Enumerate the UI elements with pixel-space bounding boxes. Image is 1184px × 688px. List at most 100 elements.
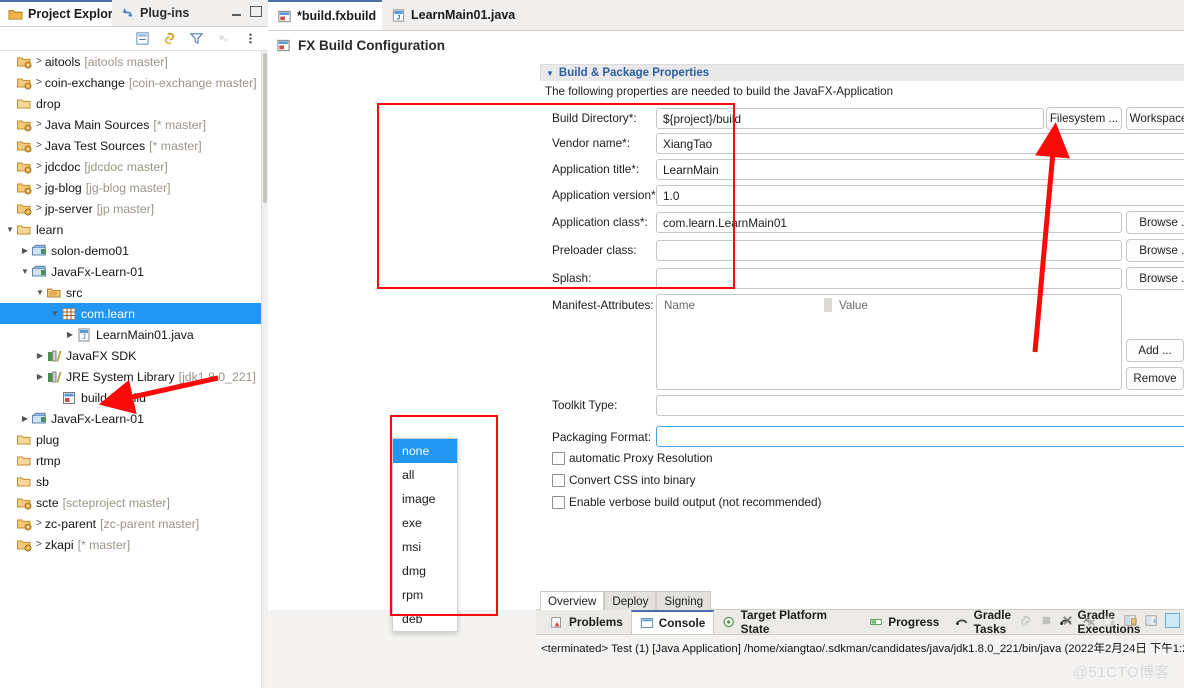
checkbox-box[interactable] — [552, 495, 565, 509]
dropdown-option-none[interactable]: none — [393, 439, 457, 463]
section-header[interactable]: ▼ Build & Package Properties — [540, 64, 1184, 81]
chevron-right-icon[interactable]: ▶ — [19, 414, 31, 423]
application-version-input[interactable]: 1.0 — [656, 185, 1184, 206]
project-explorer-icon — [8, 9, 23, 20]
tree-item-rtmp[interactable]: rtmp — [0, 450, 262, 471]
chevron-right-icon[interactable]: ▶ — [34, 372, 46, 381]
tree-item-solon-demo01[interactable]: ▶ solon-demo01 — [0, 240, 262, 261]
tab-learnmain01-java[interactable]: J LearnMain01.java — [382, 0, 525, 30]
form-tab-overview[interactable]: Overview — [540, 591, 605, 610]
form-page-tabs[interactable]: Overview Deploy Signing — [540, 591, 712, 610]
project-tree[interactable]: > aitools [aitools master] > coin-exchange [c… — [0, 51, 262, 688]
dropdown-option-all[interactable]: all — [393, 463, 457, 487]
tree-item-scte[interactable]: scte [scteproject master] — [0, 492, 262, 513]
checkbox-box[interactable] — [552, 451, 565, 465]
checkbox-convert-css-into-binary[interactable]: Convert CSS into binary — [552, 473, 696, 487]
bottom-tab-problems[interactable]: Problems — [542, 610, 631, 634]
application-title-input[interactable]: LearnMain — [656, 159, 1184, 180]
build-directory-input[interactable]: ${project}/build — [656, 108, 1044, 129]
clear-console-icon[interactable] — [1102, 613, 1117, 628]
add-button[interactable]: Add ... — [1126, 339, 1184, 362]
maximize-icon[interactable] — [250, 6, 262, 17]
page-title: FX Build Configuration — [298, 37, 445, 53]
tree-item-java-main-sources[interactable]: > Java Main Sources [* master] — [0, 114, 262, 135]
collapse-all-icon[interactable] — [135, 31, 150, 46]
svg-text:J: J — [397, 14, 401, 21]
workspace-button[interactable]: Workspace ... — [1126, 107, 1184, 130]
chevron-down-icon[interactable]: ▼ — [546, 69, 554, 78]
focus-icon[interactable] — [216, 31, 231, 46]
chevron-down-icon[interactable]: ▼ — [49, 309, 61, 318]
link-icon[interactable] — [1018, 613, 1033, 628]
tree-item-com-learn[interactable]: ▼ com.learn — [0, 303, 262, 324]
dropdown-option-deb[interactable]: deb — [393, 607, 457, 631]
display-selected-console-icon[interactable] — [1165, 613, 1180, 628]
tree-item-learnmain01-java[interactable]: ▶ J LearnMain01.java — [0, 324, 262, 345]
form-tab-signing[interactable]: Signing — [656, 591, 712, 610]
filesystem-button[interactable]: Filesystem ... — [1046, 107, 1122, 130]
tree-item-zkapi[interactable]: > zkapi [* master] — [0, 534, 262, 555]
bottom-tab-progress[interactable]: Progress — [861, 610, 947, 634]
splash-input[interactable] — [656, 268, 1122, 289]
tree-item-javafx-learn-01[interactable]: ▶ JavaFx-Learn-01 — [0, 408, 262, 429]
tree-item-learn[interactable]: ▼ learn — [0, 219, 262, 240]
application-class-input[interactable]: com.learn.LearnMain01 — [656, 212, 1122, 233]
chevron-right-icon[interactable]: ▶ — [64, 330, 76, 339]
filter-icon[interactable] — [189, 31, 204, 46]
chevron-down-icon[interactable]: ▼ — [34, 288, 46, 297]
tree-item-java-test-sources[interactable]: > Java Test Sources [* master] — [0, 135, 262, 156]
chevron-right-icon[interactable]: ▶ — [34, 351, 46, 360]
tree-item-drop[interactable]: drop — [0, 93, 262, 114]
minimize-icon[interactable] — [232, 13, 241, 16]
toolkit-type-combo[interactable] — [656, 395, 1184, 416]
dropdown-option-exe[interactable]: exe — [393, 511, 457, 535]
chevron-down-icon[interactable]: ▼ — [19, 267, 31, 276]
bottom-tab-target-platform-state[interactable]: Target Platform State — [714, 608, 861, 636]
tree-item-aitools[interactable]: > aitools [aitools master] — [0, 51, 262, 72]
browse-preloader-class-button[interactable]: Browse ... — [1126, 239, 1184, 262]
pin-console-icon[interactable] — [1144, 613, 1159, 628]
bottom-tabbar[interactable]: Problems Console Target Platform State Prog… — [536, 608, 1184, 636]
gradle-icon — [956, 619, 968, 625]
vendor-name-input[interactable]: XiangTao — [656, 133, 1184, 154]
tree-item-coin-exchange[interactable]: > coin-exchange [coin-exchange master] — [0, 72, 262, 93]
manifest-attributes-table[interactable]: Name Value — [656, 294, 1122, 390]
dropdown-option-rpm[interactable]: rpm — [393, 583, 457, 607]
tree-item-javafx-learn-01[interactable]: ▼ JavaFx-Learn-01 — [0, 261, 262, 282]
checkbox-automatic-proxy-resolution[interactable]: automatic Proxy Resolution — [552, 451, 713, 465]
view-menu-icon[interactable] — [243, 31, 258, 46]
browse-application-class-button[interactable]: Browse ... — [1126, 211, 1184, 234]
dropdown-option-msi[interactable]: msi — [393, 535, 457, 559]
tree-item-javafx-sdk[interactable]: ▶ JavaFX SDK — [0, 345, 262, 366]
tree-item-build-fxbuild[interactable]: build.fxbuild — [0, 387, 262, 408]
tree-item-jdcdoc[interactable]: > jdcdoc [jdcdoc master] — [0, 156, 262, 177]
tree-item-plug[interactable]: plug — [0, 429, 262, 450]
preloader-class-input[interactable] — [656, 240, 1122, 261]
java-file-icon: J — [78, 328, 90, 341]
chevron-down-icon[interactable]: ▼ — [4, 225, 16, 234]
project-explorer-scrollbar[interactable] — [261, 51, 268, 688]
form-tab-deploy[interactable]: Deploy — [604, 591, 657, 610]
tree-item-zc-parent[interactable]: > zc-parent [zc-parent master] — [0, 513, 262, 534]
dropdown-option-dmg[interactable]: dmg — [393, 559, 457, 583]
link-with-editor-icon[interactable] — [162, 31, 177, 46]
browse-splash-button[interactable]: Browse ... — [1126, 267, 1184, 290]
dropdown-option-image[interactable]: image — [393, 487, 457, 511]
tree-item-jg-blog[interactable]: > jg-blog [jg-blog master] — [0, 177, 262, 198]
remove-all-launches-icon[interactable] — [1081, 613, 1096, 628]
bottom-tab-console[interactable]: Console — [630, 610, 715, 634]
checkbox-enable-verbose-build-output[interactable]: Enable verbose build output (not recomme… — [552, 495, 821, 509]
tree-item-jp-server[interactable]: > jp-server [jp master] — [0, 198, 262, 219]
tree-item-src[interactable]: ▼ src — [0, 282, 262, 303]
packaging-format-dropdown[interactable]: none all image exe msi dmg rpm deb — [392, 438, 458, 632]
remove-launch-icon[interactable] — [1060, 613, 1075, 628]
remove-button[interactable]: Remove — [1126, 367, 1184, 390]
tree-item-jre-system-library[interactable]: ▶ JRE System Library [jdk1.8.0_221] — [0, 366, 262, 387]
tab-plugins[interactable]: Plug-ins — [112, 0, 198, 26]
checkbox-box[interactable] — [552, 473, 565, 487]
scroll-lock-icon[interactable] — [1123, 613, 1138, 628]
packaging-format-combo[interactable] — [656, 426, 1184, 447]
tree-item-sb[interactable]: sb — [0, 471, 262, 492]
chevron-right-icon[interactable]: ▶ — [19, 246, 31, 255]
terminate-icon[interactable] — [1039, 613, 1054, 628]
